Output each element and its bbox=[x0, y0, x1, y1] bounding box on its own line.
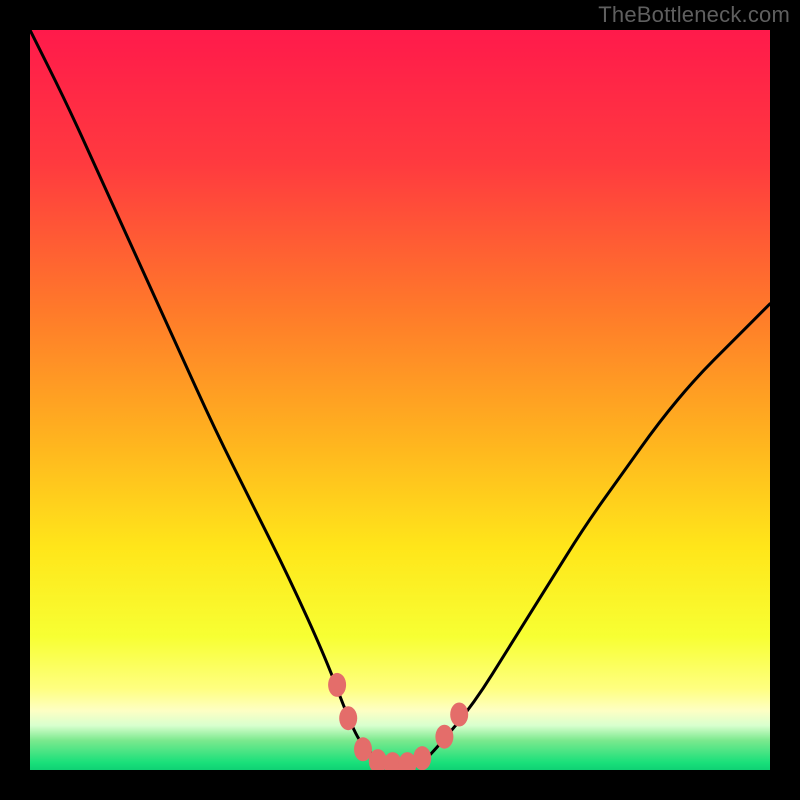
watermark-label: TheBottleneck.com bbox=[598, 2, 790, 28]
bottleneck-chart bbox=[30, 30, 770, 770]
optimum-marker bbox=[413, 746, 431, 770]
optimum-marker bbox=[450, 703, 468, 727]
chart-frame: TheBottleneck.com bbox=[0, 0, 800, 800]
optimum-marker bbox=[339, 706, 357, 730]
optimum-marker bbox=[435, 725, 453, 749]
gradient-background bbox=[30, 30, 770, 770]
optimum-marker bbox=[328, 673, 346, 697]
